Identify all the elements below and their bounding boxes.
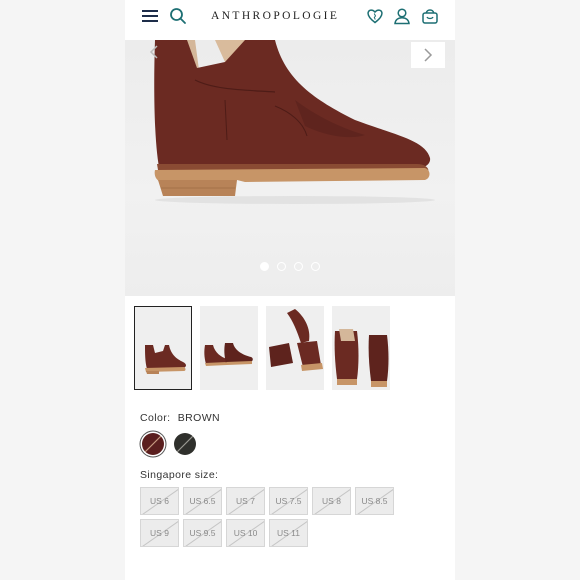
size-option[interactable]: US 6: [140, 487, 179, 515]
size-option[interactable]: US 8: [312, 487, 351, 515]
color-selection-label: Color: BROWN: [140, 412, 224, 424]
carousel-dots: [125, 262, 455, 271]
size-option[interactable]: US 9: [140, 519, 179, 547]
size-option[interactable]: US 6.5: [183, 487, 222, 515]
size-option[interactable]: US 7.5: [269, 487, 308, 515]
size-option[interactable]: US 10: [226, 519, 265, 547]
previous-image-button[interactable]: [145, 42, 165, 62]
carousel-dot-4[interactable]: [311, 262, 320, 271]
product-image-carousel[interactable]: [125, 40, 455, 296]
boot-pair-thumbnail: [204, 343, 253, 366]
next-image-button[interactable]: [411, 42, 445, 68]
carousel-dot-1[interactable]: [260, 262, 269, 271]
color-swatches: [142, 433, 196, 455]
thumbnail-3[interactable]: [266, 306, 324, 390]
site-header: ANTHROPOLOGIE: [125, 0, 455, 36]
color-label: Color:: [140, 412, 171, 424]
size-option[interactable]: US 11: [269, 519, 308, 547]
size-label: Singapore size:: [140, 469, 219, 481]
thumbnail-1[interactable]: [134, 306, 192, 390]
size-option[interactable]: US 8.5: [355, 487, 394, 515]
user-icon[interactable]: [393, 7, 411, 25]
size-option[interactable]: US 9.5: [183, 519, 222, 547]
thumbnail-strip: [134, 306, 390, 390]
swatch-texture-icon: [144, 435, 162, 453]
menu-icon[interactable]: [142, 10, 158, 24]
size-options: US 6 US 6.5 US 7 US 7.5 US 8 US 8.5 US 9…: [140, 487, 394, 547]
boot-back-thumbnail: [334, 329, 389, 387]
size-option[interactable]: US 7: [226, 487, 265, 515]
carousel-dot-2[interactable]: [277, 262, 286, 271]
brand-logo[interactable]: ANTHROPOLOGIE: [211, 10, 339, 22]
bag-icon[interactable]: [421, 7, 439, 25]
color-value: BROWN: [177, 412, 220, 424]
thumbnail-2[interactable]: [200, 306, 258, 390]
search-icon[interactable]: [169, 7, 187, 25]
swatch-brown[interactable]: [142, 433, 164, 455]
boot-side-thumbnail: [145, 345, 186, 374]
heart-icon[interactable]: [366, 7, 384, 25]
swatch-texture-icon: [176, 435, 194, 453]
chevron-right-icon: [424, 48, 433, 62]
product-page: ANTHROPOLOGIE Color: BROWN Singapore siz…: [125, 0, 455, 580]
thumbnail-4[interactable]: [332, 306, 390, 390]
boot-top-thumbnail: [269, 309, 323, 371]
carousel-dot-3[interactable]: [294, 262, 303, 271]
swatch-black[interactable]: [174, 433, 196, 455]
boot-image: [154, 40, 435, 204]
